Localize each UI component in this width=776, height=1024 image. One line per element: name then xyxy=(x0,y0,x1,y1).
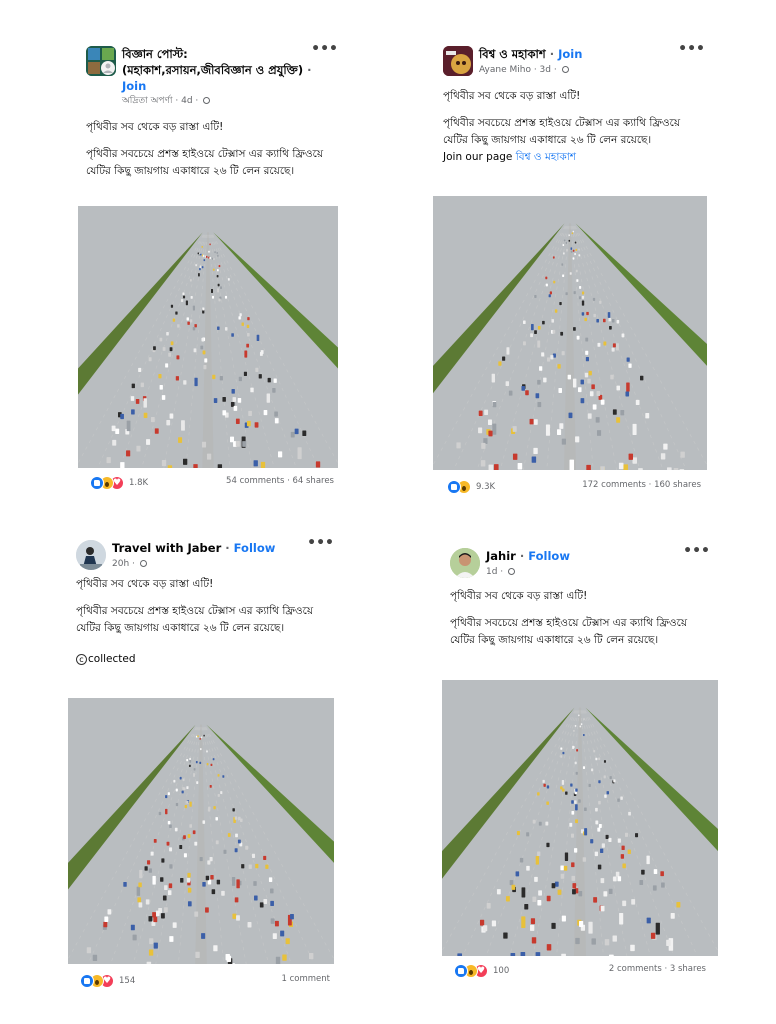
comments-shares[interactable]: 1 comment xyxy=(282,974,331,984)
post-photo[interactable] xyxy=(68,698,334,964)
copyright-icon: c xyxy=(76,654,87,665)
page-link[interactable]: বিশ্ব ও মহাকাশ xyxy=(516,151,576,163)
post-text: পৃথিবীর সব থেকে বড় রাস্তা এটি! পৃথিবীর … xyxy=(76,576,334,668)
avatar[interactable] xyxy=(443,46,473,76)
dot-separator: · xyxy=(549,47,555,61)
post-meta-text: Ayane Miho · 3d · xyxy=(479,65,557,75)
page-name[interactable]: Travel with Jaber xyxy=(112,541,221,555)
post-text-line: পৃথিবীর সব থেকে বড় রাস্তা এটি! xyxy=(76,578,214,590)
reaction-count: 154 xyxy=(119,976,136,986)
post-text-line: পৃথিবীর সবচেয়ে প্রশস্ত হাইওয়ে টেক্সাস … xyxy=(86,148,324,177)
avatar[interactable] xyxy=(450,548,480,578)
join-our-page-text: Join our page xyxy=(443,151,513,163)
post-footer: 9.3K 172 comments · 160 shares xyxy=(447,480,701,496)
collected-text: collected xyxy=(88,653,136,665)
post-text: পৃথিবীর সব থেকে বড় রাস্তা এটি! পৃথিবীর … xyxy=(443,88,705,166)
post-text-line: পৃথিবীর সবচেয়ে প্রশস্ত হাইওয়ে টেক্সাস … xyxy=(76,605,314,634)
globe-icon xyxy=(203,97,211,104)
post-text-line: পৃথিবীর সবচেয়ে প্রশস্ত হাইওয়ে টেক্সাস … xyxy=(443,117,681,146)
post-text-line: পৃথিবীর সব থেকে বড় রাস্তা এটি! xyxy=(443,90,581,102)
highway-aerial-image xyxy=(433,196,707,470)
post-meta: অদ্রিতা অপর্ণা · 4d · xyxy=(122,95,314,108)
globe-icon xyxy=(139,560,147,567)
post-footer: 154 1 comment xyxy=(80,974,330,990)
post-header: বিজ্ঞান পোস্ট: (মহাকাশ,রসায়ন,জীববিজ্ঞান… xyxy=(86,42,338,116)
avatar[interactable] xyxy=(76,540,106,570)
avatar[interactable] xyxy=(86,46,116,76)
post-photo[interactable] xyxy=(442,680,718,956)
post-footer: 1.8K 54 comments · 64 shares xyxy=(90,476,334,492)
highway-aerial-image xyxy=(68,698,334,964)
post-card: বিশ্ব ও মহাকাশ · Join Ayane Miho · 3d · … xyxy=(433,42,707,500)
globe-icon xyxy=(508,568,516,575)
reactions[interactable]: 9.3K xyxy=(447,480,495,494)
dot-separator: · xyxy=(225,541,230,555)
like-icon xyxy=(80,974,94,988)
page-name[interactable]: বিজ্ঞান পোস্ট: (মহাকাশ,রসায়ন,জীববিজ্ঞান… xyxy=(122,47,303,77)
follow-button[interactable]: Follow xyxy=(528,549,570,563)
follow-button[interactable]: Follow xyxy=(234,541,276,555)
more-options-icon[interactable]: ••• xyxy=(683,544,710,558)
reactions[interactable]: 100 xyxy=(454,964,509,978)
post-meta: 20h · xyxy=(112,558,310,571)
join-button[interactable]: Join xyxy=(558,47,582,61)
reaction-count: 9.3K xyxy=(476,482,496,492)
post-meta-text: 20h · xyxy=(112,559,135,569)
reactions[interactable]: 1.8K xyxy=(90,476,148,490)
like-icon xyxy=(454,964,468,978)
post-card: Travel with Jaber · Follow 20h · ••• পৃথ… xyxy=(68,536,334,992)
post-card: বিজ্ঞান পোস্ট: (মহাকাশ,রসায়ন,জীববিজ্ঞান… xyxy=(78,42,338,496)
post-text-line: পৃথিবীর সবচেয়ে প্রশস্ত হাইওয়ে টেক্সাস … xyxy=(450,617,688,646)
more-options-icon[interactable]: ••• xyxy=(307,536,334,550)
post-text: পৃথিবীর সব থেকে বড় রাস্তা এটি! পৃথিবীর … xyxy=(86,119,338,180)
like-icon xyxy=(447,480,461,494)
comments-shares[interactable]: 2 comments · 3 shares xyxy=(609,964,706,974)
comments-shares[interactable]: 172 comments · 160 shares xyxy=(582,480,701,490)
globe-icon xyxy=(561,66,569,73)
more-options-icon[interactable]: ••• xyxy=(311,42,338,56)
post-text: পৃথিবীর সব থেকে বড় রাস্তা এটি! পৃথিবীর … xyxy=(450,588,710,649)
page-name[interactable]: Jahir xyxy=(486,549,516,563)
reactions[interactable]: 154 xyxy=(80,974,135,988)
post-meta: 1d · xyxy=(486,566,686,579)
dot-separator: · xyxy=(307,63,312,77)
highway-aerial-image xyxy=(442,680,718,956)
post-meta-text: 1d · xyxy=(486,567,504,577)
collected-note: c collected xyxy=(76,651,334,668)
more-options-icon[interactable]: ••• xyxy=(678,42,705,56)
post-meta-text: অদ্রিতা অপর্ণা · 4d · xyxy=(122,96,199,106)
post-card: Jahir · Follow 1d · ••• পৃথিবীর সব থেকে … xyxy=(442,544,718,984)
post-photo[interactable] xyxy=(78,206,338,468)
highway-aerial-image xyxy=(78,206,338,468)
post-footer: 100 2 comments · 3 shares xyxy=(454,964,706,980)
reaction-count: 1.8K xyxy=(129,478,149,488)
page-name[interactable]: বিশ্ব ও মহাকাশ xyxy=(479,47,546,61)
join-button[interactable]: Join xyxy=(122,79,146,93)
dot-separator: · xyxy=(519,549,525,563)
post-photo[interactable] xyxy=(433,196,707,470)
join-our-page: Join our page বিশ্ব ও মহাকাশ xyxy=(443,149,705,166)
post-text-line: পৃথিবীর সব থেকে বড় রাস্তা এটি! xyxy=(86,121,224,133)
comments-shares[interactable]: 54 comments · 64 shares xyxy=(226,476,334,486)
reaction-count: 100 xyxy=(493,966,510,976)
post-meta: Ayane Miho · 3d · xyxy=(479,64,681,77)
post-text-line: পৃথিবীর সব থেকে বড় রাস্তা এটি! xyxy=(450,590,588,602)
like-icon xyxy=(90,476,104,490)
